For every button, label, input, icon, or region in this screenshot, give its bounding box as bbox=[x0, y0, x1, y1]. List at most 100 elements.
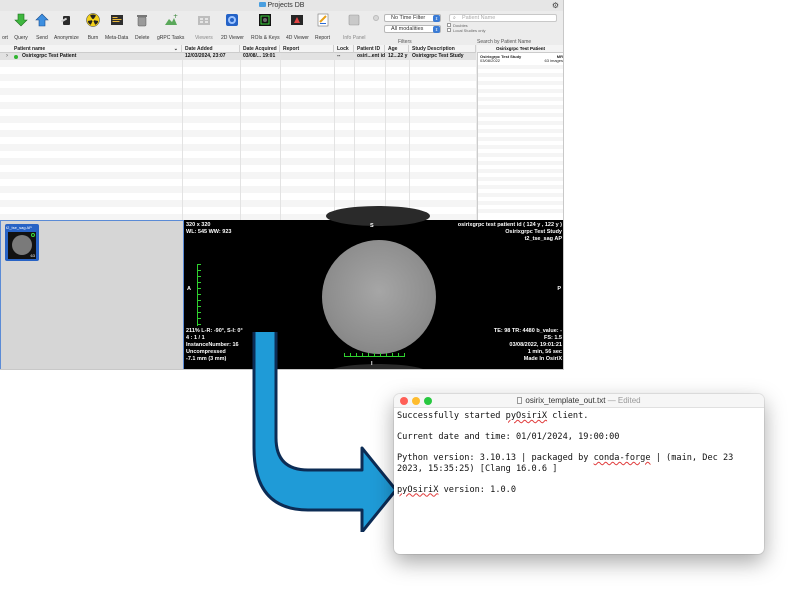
table-row bbox=[0, 81, 476, 88]
series-thumbnail[interactable]: t2_tse_sag AP 63 bbox=[5, 224, 39, 261]
toolbar-4d-viewer-button[interactable]: 4D Viewer bbox=[286, 13, 309, 41]
scale-tick bbox=[198, 306, 201, 307]
scale-tick bbox=[198, 300, 201, 301]
table-row bbox=[0, 67, 476, 74]
column-divider bbox=[240, 53, 241, 220]
close-button[interactable] bbox=[400, 397, 408, 405]
overlay-instance: InstanceNumber: 16 bbox=[186, 342, 239, 348]
column-divider bbox=[354, 53, 355, 220]
table-cell: osiri...ent id bbox=[357, 53, 385, 59]
minimize-button[interactable] bbox=[412, 397, 420, 405]
scale-tick bbox=[198, 276, 201, 277]
toolbar-grpc-tasks-button[interactable]: + gRPC Tasks bbox=[157, 13, 184, 41]
table-row bbox=[0, 74, 476, 81]
editor-status: — Edited bbox=[607, 396, 641, 405]
orientation-left: A bbox=[187, 286, 191, 292]
scale-tick bbox=[198, 294, 201, 295]
flow-arrow bbox=[252, 332, 398, 532]
column-header-lock[interactable]: Lock bbox=[334, 45, 354, 53]
table-cell: 12/03/2024, 23:07 bbox=[185, 53, 226, 59]
overlay-patient: osirixgrpc test patient id ( 124 y , 122… bbox=[457, 222, 562, 228]
column-header-report[interactable]: Report bbox=[280, 45, 334, 53]
toolbar-delete-button[interactable]: Delete bbox=[135, 13, 149, 41]
overlay-zoom-orientation: 211% L-R: -90°, S-I: 0° bbox=[186, 328, 243, 334]
document-icon bbox=[517, 397, 523, 404]
toolbar-import-button[interactable]: ort bbox=[0, 13, 12, 41]
table-row bbox=[0, 116, 476, 123]
study-table-header: Patient name ⌄ Date Added Date Acquired R… bbox=[0, 45, 476, 53]
toolbar-send-button[interactable]: Send bbox=[35, 13, 49, 41]
editor-line: pyOsiriX version: 1.0.0 bbox=[397, 484, 517, 495]
report-icon bbox=[316, 13, 330, 27]
toolbar-2d-viewer-button[interactable]: 2D Viewer bbox=[221, 13, 244, 41]
toolbar-anonymize-button[interactable]: Anonymize bbox=[54, 13, 79, 41]
burn-radiation-icon bbox=[86, 13, 100, 27]
overlay-acq-date: 03/08/2022, 19:01:21 bbox=[509, 342, 562, 348]
overlay-window-level: WL: 545 WW: 923 bbox=[186, 229, 232, 235]
orientation-right: P bbox=[557, 286, 561, 292]
thumbnail-phantom bbox=[12, 235, 32, 255]
column-header-date-acquired[interactable]: Date Acquired bbox=[240, 45, 280, 53]
overlay-compression: Uncompressed bbox=[186, 349, 226, 355]
series-panel-row bbox=[478, 213, 563, 217]
table-row bbox=[0, 130, 476, 137]
series-list-item[interactable]: Osirixgrpc Test Study 03/08/2022 MR 63 i… bbox=[480, 54, 563, 64]
toolbar-info-panel-button[interactable]: Info Panel bbox=[343, 13, 366, 41]
toolbar-viewers-button[interactable]: Viewers bbox=[195, 13, 213, 41]
column-header-patient-id[interactable]: Patient ID bbox=[354, 45, 385, 53]
study-table: › Osirixgrpc Test Patient 12/03/2024, 23:0… bbox=[0, 53, 476, 221]
table-row bbox=[0, 172, 476, 179]
local-studies-checkbox[interactable]: Local Studies only bbox=[447, 28, 485, 33]
table-row bbox=[0, 200, 476, 207]
zoom-button[interactable] bbox=[424, 397, 432, 405]
toolbar-report-button[interactable]: Report bbox=[315, 13, 330, 41]
thumbnail-count: 63 bbox=[30, 253, 35, 258]
chevron-updown-icon: ⇕ bbox=[433, 26, 440, 33]
time-filter-select[interactable]: No Time Filter ⇕ bbox=[384, 14, 441, 22]
overlay-top-right: osirixgrpc test patient id ( 124 y , 122… bbox=[458, 222, 562, 243]
query-download-icon bbox=[14, 13, 28, 27]
info-panel-icon bbox=[347, 13, 361, 27]
scale-tick bbox=[198, 318, 201, 319]
table-row bbox=[0, 144, 476, 151]
series-panel-header: Osirixgrpc Test Patient bbox=[477, 45, 563, 53]
search-input[interactable]: ⌕ Patient Name bbox=[449, 14, 557, 22]
table-cell: 03/08/... 19:01 bbox=[243, 53, 276, 59]
grpc-tasks-icon: + bbox=[164, 13, 178, 27]
table-row[interactable]: › Osirixgrpc Test Patient 12/03/2024, 23:0… bbox=[0, 53, 476, 60]
editor-filename: osirix_template_out.txt bbox=[525, 396, 606, 405]
table-row bbox=[0, 186, 476, 193]
editor-title-bar: osirix_template_out.txt — Edited bbox=[394, 394, 764, 408]
column-header-study-description[interactable]: Study Description bbox=[409, 45, 476, 53]
folder-icon bbox=[258, 2, 266, 7]
scale-tick bbox=[198, 282, 201, 283]
vertical-scale-bar bbox=[197, 264, 201, 326]
column-header-patient-name[interactable]: Patient name ⌄ bbox=[0, 45, 182, 53]
table-cell bbox=[280, 53, 334, 60]
search-icon: ⌕ bbox=[453, 15, 456, 21]
table-row bbox=[0, 179, 476, 186]
text-editor-window: osirix_template_out.txt — Edited Success… bbox=[394, 394, 764, 554]
filter-clear-icon[interactable] bbox=[373, 15, 379, 21]
series-count: 63 images bbox=[544, 58, 563, 63]
series-date: 03/08/2022 bbox=[480, 58, 501, 63]
disclosure-triangle-icon[interactable]: › bbox=[6, 53, 8, 60]
overlay-made-in: Made In OsiriX bbox=[523, 356, 562, 362]
table-cell: 12...22 y bbox=[388, 53, 408, 59]
column-header-date-added[interactable]: Date Added bbox=[182, 45, 240, 53]
editor-text-area[interactable]: Successfully started pyOsiriX client. Cur… bbox=[394, 408, 764, 498]
window-title: Projects DB bbox=[267, 2, 305, 9]
toolbar-burn-button[interactable]: Burn bbox=[86, 13, 100, 41]
chevron-updown-icon: ⇕ bbox=[433, 15, 440, 22]
title-bar: Projects DB ⚙ bbox=[0, 0, 563, 11]
column-header-age[interactable]: Age bbox=[385, 45, 409, 53]
modality-filter-select[interactable]: All modalities ⇕ bbox=[384, 25, 441, 33]
rois-keys-icon bbox=[258, 13, 272, 27]
toolbar-metadata-button[interactable]: Meta-Data bbox=[105, 13, 128, 41]
osirix-window: Projects DB ⚙ ort Query Send Anonymize B… bbox=[0, 0, 564, 370]
toolbar-rois-keys-button[interactable]: ROIs & Keys bbox=[251, 13, 280, 41]
metadata-icon bbox=[110, 13, 124, 27]
scale-tick bbox=[198, 264, 201, 265]
toolbar-query-button[interactable]: Query bbox=[14, 13, 28, 41]
gear-icon[interactable]: ⚙ bbox=[552, 0, 559, 11]
